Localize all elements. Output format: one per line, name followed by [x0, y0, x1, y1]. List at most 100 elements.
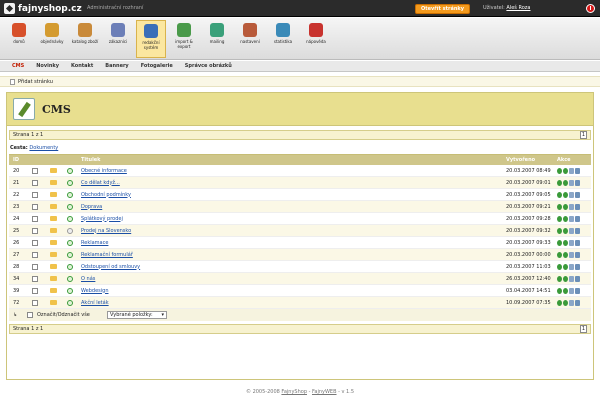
edit-icon[interactable] [569, 299, 574, 306]
subnav-item[interactable]: Správce obrázků [185, 63, 232, 69]
row-title-link[interactable]: Odstoupení od smlouvy [81, 264, 140, 270]
row-title-link[interactable]: Obchodní podmínky [81, 192, 131, 198]
folder-icon[interactable] [50, 216, 57, 221]
row-checkbox[interactable] [32, 191, 38, 198]
toolbar-item[interactable]: domů [4, 20, 34, 58]
delete-icon[interactable] [575, 191, 580, 198]
subnav-item[interactable]: Novinky [36, 63, 59, 69]
edit-icon[interactable] [569, 287, 574, 294]
move-up-icon[interactable] [557, 299, 562, 306]
move-up-icon[interactable] [557, 227, 562, 234]
logout-icon[interactable] [586, 4, 595, 13]
move-down-icon[interactable] [563, 299, 568, 306]
move-down-icon[interactable] [563, 167, 568, 174]
move-up-icon[interactable] [557, 287, 562, 294]
delete-icon[interactable] [575, 227, 580, 234]
move-down-icon[interactable] [563, 275, 568, 282]
toolbar-item[interactable]: nápověda [301, 20, 331, 58]
folder-icon[interactable] [50, 252, 57, 257]
move-down-icon[interactable] [563, 203, 568, 210]
footer-link-fajnyshop[interactable]: FajnyShop [281, 389, 307, 395]
move-up-icon[interactable] [557, 239, 562, 246]
edit-icon[interactable] [569, 227, 574, 234]
status-icon[interactable] [67, 299, 73, 306]
row-checkbox[interactable] [32, 263, 38, 270]
move-up-icon[interactable] [557, 215, 562, 222]
row-title-link[interactable]: Reklamace [81, 240, 108, 246]
move-up-icon[interactable] [557, 203, 562, 210]
move-up-icon[interactable] [557, 251, 562, 258]
row-title-link[interactable]: Reklamační formulář [81, 252, 133, 258]
row-checkbox[interactable] [32, 251, 38, 258]
move-down-icon[interactable] [563, 179, 568, 186]
edit-icon[interactable] [569, 179, 574, 186]
edit-icon[interactable] [569, 167, 574, 174]
row-checkbox[interactable] [32, 227, 38, 234]
row-title-link[interactable]: Splátkový prodej [81, 216, 123, 222]
status-icon[interactable] [67, 215, 73, 222]
folder-icon[interactable] [50, 204, 57, 209]
status-icon[interactable] [67, 203, 73, 210]
edit-icon[interactable] [569, 263, 574, 270]
move-down-icon[interactable] [563, 287, 568, 294]
delete-icon[interactable] [575, 179, 580, 186]
move-down-icon[interactable] [563, 227, 568, 234]
move-down-icon[interactable] [563, 239, 568, 246]
edit-icon[interactable] [569, 275, 574, 282]
status-icon[interactable] [67, 227, 73, 234]
delete-icon[interactable] [575, 287, 580, 294]
edit-icon[interactable] [569, 203, 574, 210]
row-title-link[interactable]: O nás [81, 276, 95, 282]
page-number-button[interactable]: 1 [579, 325, 587, 333]
add-page-link[interactable]: Přidat stránku [18, 79, 53, 85]
user-name-link[interactable]: Aleš Roza [506, 5, 530, 11]
toolbar-item[interactable]: objednávky [37, 20, 67, 58]
folder-icon[interactable] [50, 240, 57, 245]
folder-icon[interactable] [50, 192, 57, 197]
toolbar-item[interactable]: statistika [268, 20, 298, 58]
subnav-item[interactable]: Bannery [105, 63, 128, 69]
path-link[interactable]: Dokumenty [29, 145, 58, 151]
status-icon[interactable] [67, 275, 73, 282]
header-id[interactable]: ID [13, 157, 19, 163]
header-title[interactable]: Titulek [81, 157, 101, 163]
row-checkbox[interactable] [32, 275, 38, 282]
row-checkbox[interactable] [32, 287, 38, 294]
toolbar-item[interactable]: mailing [202, 20, 232, 58]
status-icon[interactable] [67, 179, 73, 186]
subnav-item[interactable]: CMS [12, 63, 24, 69]
delete-icon[interactable] [575, 263, 580, 270]
move-up-icon[interactable] [557, 167, 562, 174]
move-up-icon[interactable] [557, 191, 562, 198]
delete-icon[interactable] [575, 299, 580, 306]
folder-icon[interactable] [50, 168, 57, 173]
footer-link-fajnyweb[interactable]: FajnyWEB [312, 389, 337, 395]
folder-icon[interactable] [50, 228, 57, 233]
toolbar-item[interactable]: import & export [169, 20, 199, 58]
subnav-item[interactable]: Fotogalerie [141, 63, 173, 69]
move-down-icon[interactable] [563, 215, 568, 222]
row-checkbox[interactable] [32, 203, 38, 210]
move-down-icon[interactable] [563, 251, 568, 258]
logo[interactable]: fajnyshop.cz [4, 2, 82, 15]
edit-icon[interactable] [569, 239, 574, 246]
delete-icon[interactable] [575, 275, 580, 282]
row-title-link[interactable]: Webdesign [81, 288, 109, 294]
folder-icon[interactable] [50, 288, 57, 293]
delete-icon[interactable] [575, 239, 580, 246]
row-title-link[interactable]: Doprava [81, 204, 102, 210]
status-icon[interactable] [67, 167, 73, 174]
row-checkbox[interactable] [32, 167, 38, 174]
move-up-icon[interactable] [557, 263, 562, 270]
subnav-item[interactable]: Kontakt [71, 63, 93, 69]
page-number-button[interactable]: 1 [579, 131, 587, 139]
row-checkbox[interactable] [32, 179, 38, 186]
move-down-icon[interactable] [563, 191, 568, 198]
row-title-link[interactable]: Obecné informace [81, 168, 127, 174]
header-created[interactable]: Vytvořeno [506, 157, 535, 163]
move-up-icon[interactable] [557, 179, 562, 186]
status-icon[interactable] [67, 239, 73, 246]
toolbar-item[interactable]: zákazníci [103, 20, 133, 58]
open-shop-button[interactable]: Otevřít stránky [415, 4, 470, 14]
row-title-link[interactable]: Akční leták [81, 300, 109, 306]
